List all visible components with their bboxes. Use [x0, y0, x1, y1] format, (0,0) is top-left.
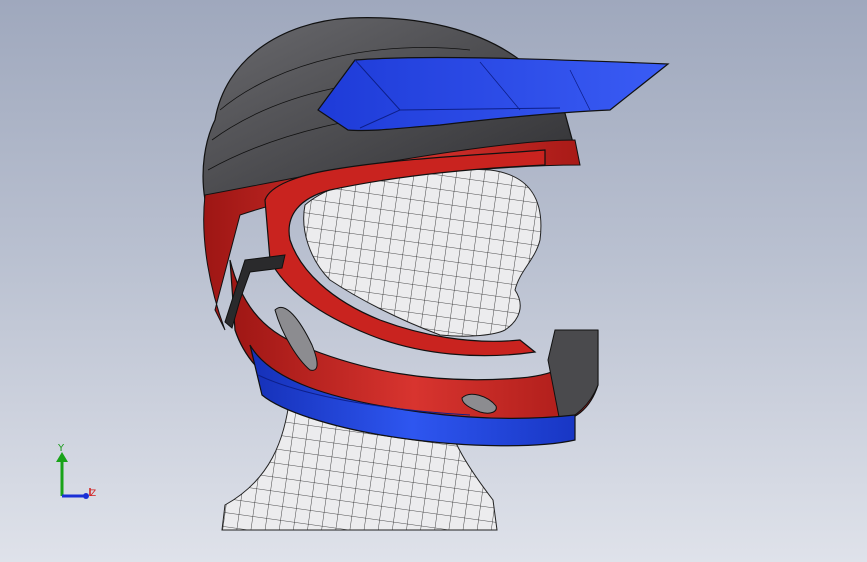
helmet-visor: [317, 56, 670, 132]
graphics-viewport[interactable]: Y Z: [0, 0, 867, 562]
z-axis-label: Z: [90, 489, 96, 499]
y-axis-label: Y: [57, 443, 65, 454]
axis-triad: Y Z: [56, 443, 96, 499]
helmet-model[interactable]: [0, 0, 867, 562]
x-axis-dot: [83, 493, 89, 499]
